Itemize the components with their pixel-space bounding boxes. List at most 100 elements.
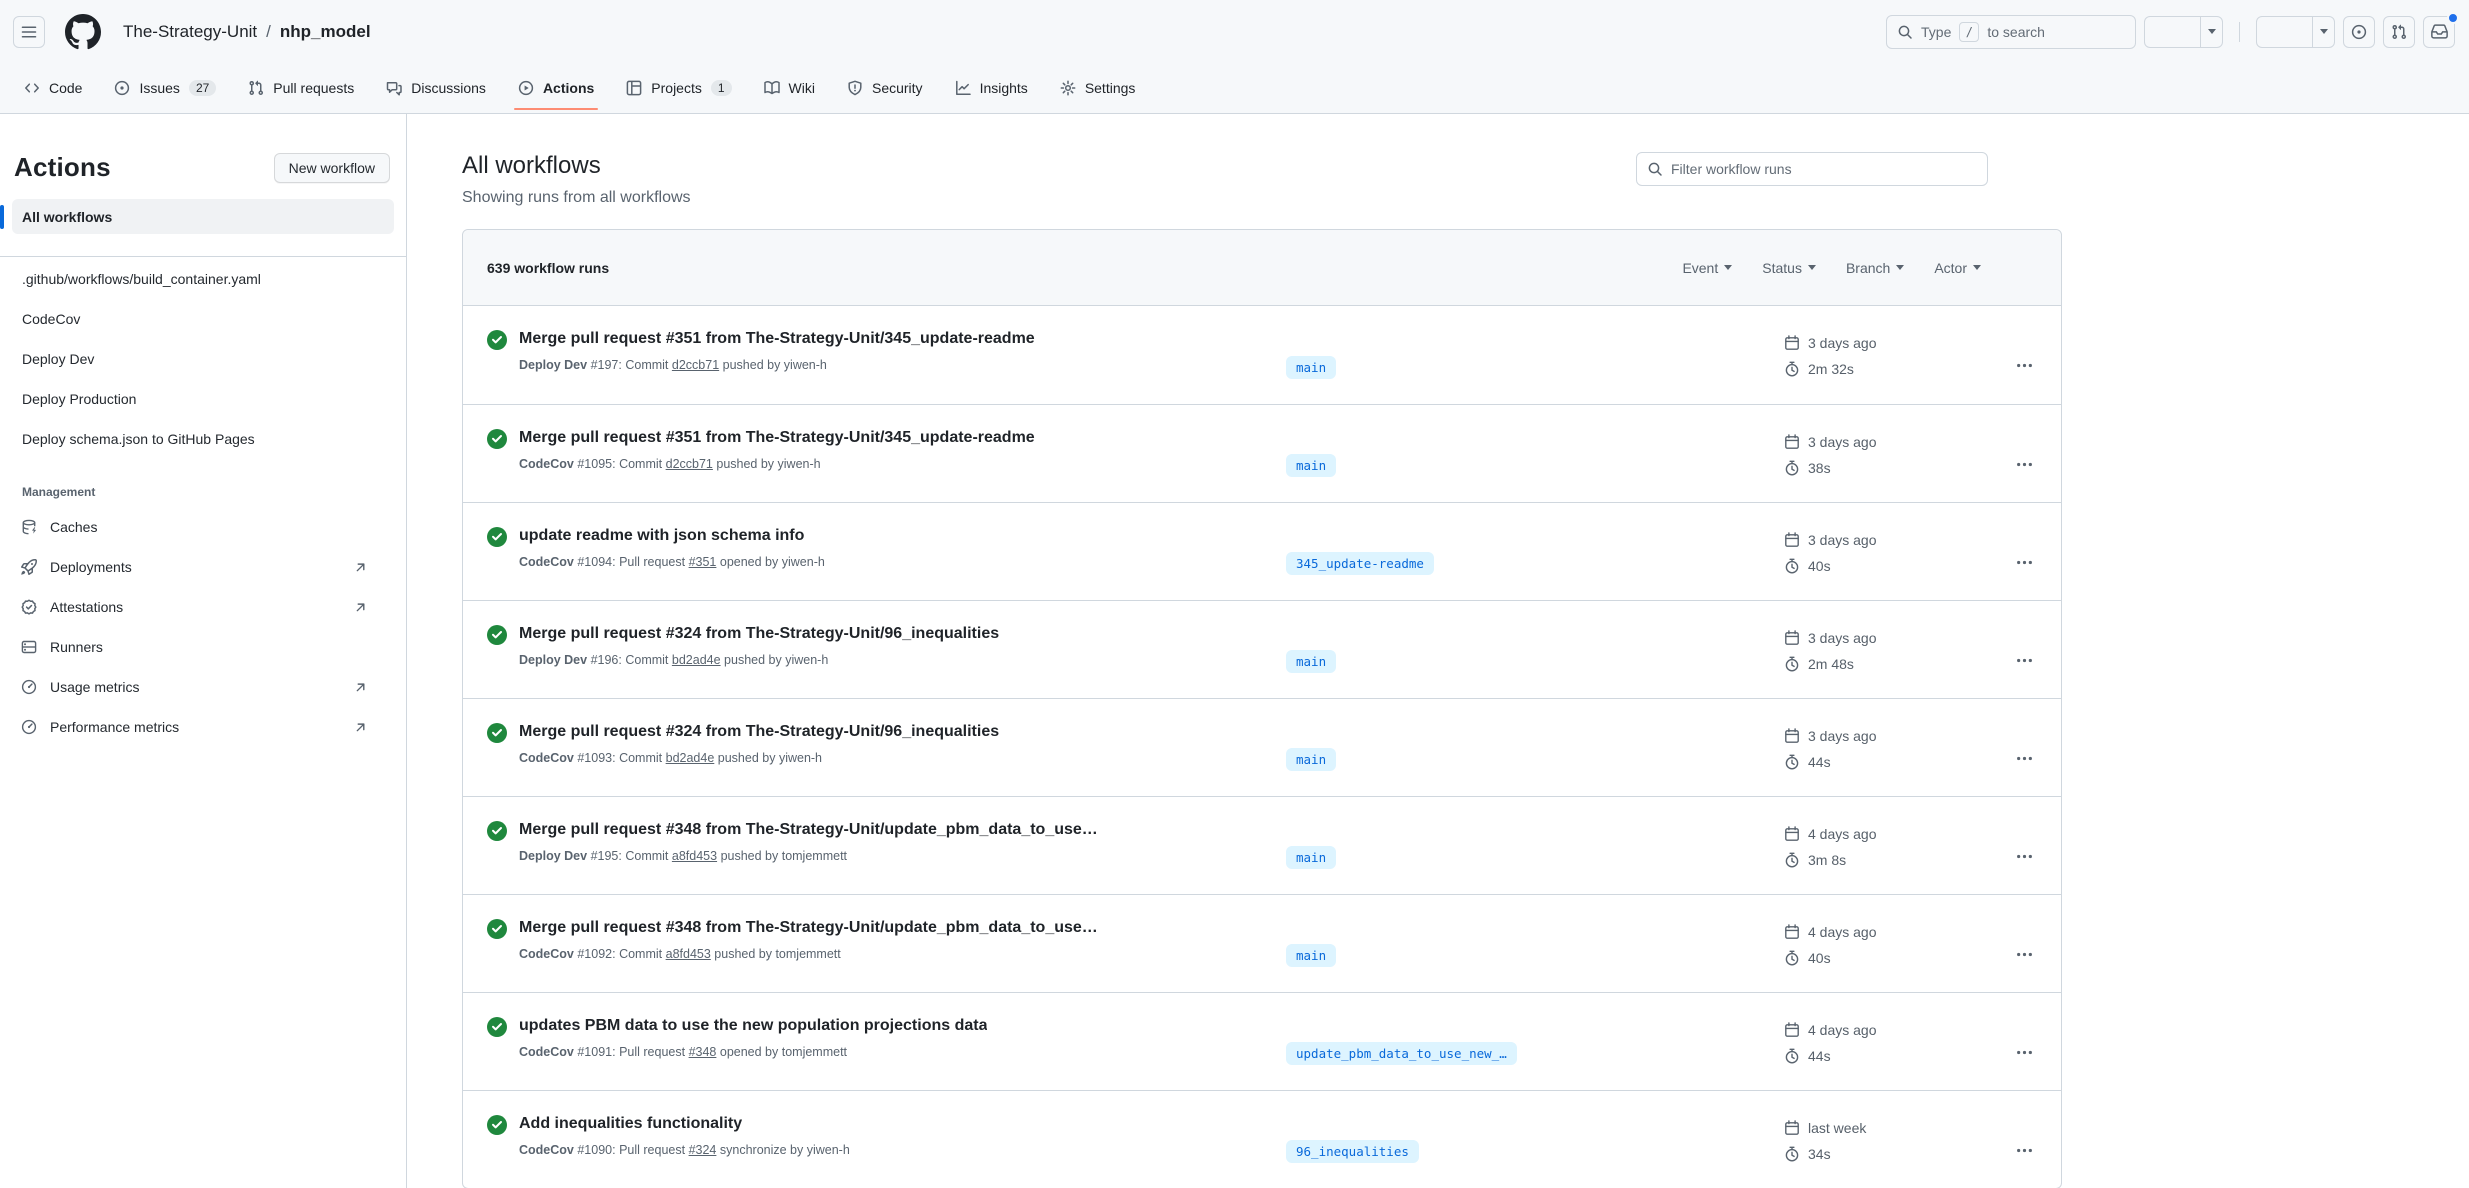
run-meta-cell: 3 days ago2m 32s (1704, 330, 1991, 404)
sidebar-item-usage-metrics[interactable]: Usage metrics (0, 667, 406, 707)
branch-badge[interactable]: main (1286, 748, 1336, 771)
sidebar-item-all-workflows[interactable]: All workflows (12, 199, 394, 234)
main-titles: All workflows Showing runs from all work… (462, 152, 691, 207)
create-new-caret[interactable] (2312, 17, 2334, 47)
tab-insights[interactable]: Insights (941, 63, 1042, 113)
sidebar-workflow-link[interactable]: .github/workflows/build_container.yaml (12, 259, 394, 299)
caret-down-icon (1896, 265, 1904, 270)
copilot-icon[interactable] (2145, 17, 2200, 48)
run-ref-link[interactable]: #324 (689, 1143, 717, 1157)
run-texts: update readme with json schema infoCodeC… (519, 527, 825, 569)
run-title-link[interactable]: Merge pull request #351 from The-Strateg… (519, 429, 1035, 447)
run-options-kebab-button[interactable] (2012, 844, 2037, 872)
branch-badge[interactable]: 96_inequalities (1286, 1140, 1419, 1163)
filter-actor-button[interactable]: Actor (1934, 260, 1981, 276)
run-options-kebab-button[interactable] (2012, 1138, 2037, 1166)
tab-wiki[interactable]: Wiki (750, 63, 829, 113)
sidebar-item-performance-metrics[interactable]: Performance metrics (0, 707, 406, 747)
run-options-kebab-button[interactable] (2012, 1040, 2037, 1068)
tab-projects[interactable]: Projects1 (612, 63, 745, 113)
sidebar-workflow-link[interactable]: Deploy Production (12, 379, 394, 419)
run-title-link[interactable]: Merge pull request #351 from The-Strateg… (519, 330, 1035, 348)
run-options-kebab-button[interactable] (2012, 746, 2037, 774)
run-title-link[interactable]: Merge pull request #324 from The-Strateg… (519, 723, 999, 741)
tab-settings[interactable]: Settings (1046, 63, 1150, 113)
stopwatch-icon (1784, 754, 1800, 770)
run-ref-link[interactable]: #351 (689, 555, 717, 569)
tab-code[interactable]: Code (10, 63, 96, 113)
filter-status-button[interactable]: Status (1762, 260, 1816, 276)
filter-workflow-runs-input[interactable] (1671, 161, 1977, 177)
run-ref-link[interactable]: a8fd453 (666, 947, 711, 961)
hamburger-menu-button[interactable] (13, 16, 45, 48)
branch-badge[interactable]: main (1286, 356, 1336, 379)
run-options-kebab-button[interactable] (2012, 942, 2037, 970)
run-ref-link[interactable]: a8fd453 (672, 849, 717, 863)
run-title-link[interactable]: Merge pull request #348 from The-Strateg… (519, 821, 1098, 839)
run-options-kebab-button[interactable] (2012, 648, 2037, 676)
tab-actions[interactable]: Actions (504, 63, 608, 113)
run-title-link[interactable]: updates PBM data to use the new populati… (519, 1017, 987, 1035)
run-date-line: 3 days ago (1784, 529, 1991, 551)
run-title-link[interactable]: Add inequalities functionality (519, 1115, 850, 1133)
sidebar-item-attestations[interactable]: Attestations (0, 587, 406, 627)
run-options-kebab-button[interactable] (2012, 550, 2037, 578)
copilot-dropdown-caret[interactable] (2200, 17, 2222, 47)
branch-badge[interactable]: 345_update-readme (1286, 552, 1434, 575)
branch-badge[interactable]: main (1286, 944, 1336, 967)
management-list: CachesDeploymentsAttestationsRunnersUsag… (0, 507, 406, 747)
run-title-link[interactable]: Merge pull request #324 from The-Strateg… (519, 625, 999, 643)
github-logo-icon[interactable] (65, 14, 101, 50)
tab-issues[interactable]: Issues27 (100, 63, 230, 113)
run-ref-link[interactable]: bd2ad4e (672, 653, 721, 667)
your-issues-button[interactable] (2343, 16, 2375, 48)
sidebar-item-deployments[interactable]: Deployments (0, 547, 406, 587)
calendar-icon (1784, 532, 1800, 548)
stopwatch-icon (1784, 656, 1800, 672)
run-options-kebab-button[interactable] (2012, 353, 2037, 381)
your-pull-requests-button[interactable] (2383, 16, 2415, 48)
branch-badge[interactable]: main (1286, 650, 1336, 673)
branch-badge[interactable]: main (1286, 454, 1336, 477)
filter-event-button[interactable]: Event (1682, 260, 1732, 276)
run-options-kebab-button[interactable] (2012, 452, 2037, 480)
check-circle-icon (487, 723, 507, 743)
run-duration: 44s (1808, 754, 1831, 770)
run-title-link[interactable]: Merge pull request #348 from The-Strateg… (519, 919, 1098, 937)
tab-pull-requests[interactable]: Pull requests (234, 63, 368, 113)
run-ref-link[interactable]: bd2ad4e (666, 751, 715, 765)
kebab-cell (1991, 1115, 2037, 1188)
breadcrumb-org[interactable]: The-Strategy-Unit (123, 22, 257, 42)
filter-label: Status (1762, 260, 1802, 276)
sidebar-item-runners[interactable]: Runners (0, 627, 406, 667)
run-title-link[interactable]: update readme with json schema info (519, 527, 825, 545)
run-main-cell: Merge pull request #348 from The-Strateg… (487, 821, 1264, 894)
issue-opened-icon (114, 80, 130, 96)
run-main-cell: Merge pull request #351 from The-Strateg… (487, 429, 1264, 502)
tab-security[interactable]: Security (833, 63, 937, 113)
run-date-line: 4 days ago (1784, 921, 1991, 943)
run-ref-link[interactable]: d2ccb71 (672, 358, 719, 372)
run-meta-cell: 3 days ago40s (1704, 527, 1991, 600)
run-ref-link[interactable]: #348 (689, 1045, 717, 1059)
global-search[interactable]: Type / to search (1886, 15, 2136, 49)
branch-cell: main (1264, 625, 1704, 698)
run-number: #1091: (577, 1045, 615, 1059)
plus-icon[interactable] (2257, 17, 2312, 48)
kebab-horizontal-icon (2016, 1142, 2033, 1159)
filter-branch-button[interactable]: Branch (1846, 260, 1904, 276)
sidebar-workflow-link[interactable]: CodeCov (12, 299, 394, 339)
breadcrumb: The-Strategy-Unit / nhp_model (123, 22, 371, 42)
breadcrumb-repo[interactable]: nhp_model (280, 22, 371, 42)
sidebar-workflow-link[interactable]: Deploy schema.json to GitHub Pages (12, 419, 394, 459)
run-ref-link[interactable]: d2ccb71 (666, 457, 713, 471)
main-panel: All workflows Showing runs from all work… (407, 114, 2469, 1188)
sidebar-item-caches[interactable]: Caches (0, 507, 406, 547)
branch-badge[interactable]: main (1286, 846, 1336, 869)
branch-badge[interactable]: update_pbm_data_to_use_new_… (1286, 1042, 1517, 1065)
run-main-cell: Merge pull request #351 from The-Strateg… (487, 330, 1264, 404)
new-workflow-button[interactable]: New workflow (274, 153, 390, 183)
page-title: All workflows (462, 152, 691, 180)
sidebar-workflow-link[interactable]: Deploy Dev (12, 339, 394, 379)
tab-discussions[interactable]: Discussions (372, 63, 500, 113)
